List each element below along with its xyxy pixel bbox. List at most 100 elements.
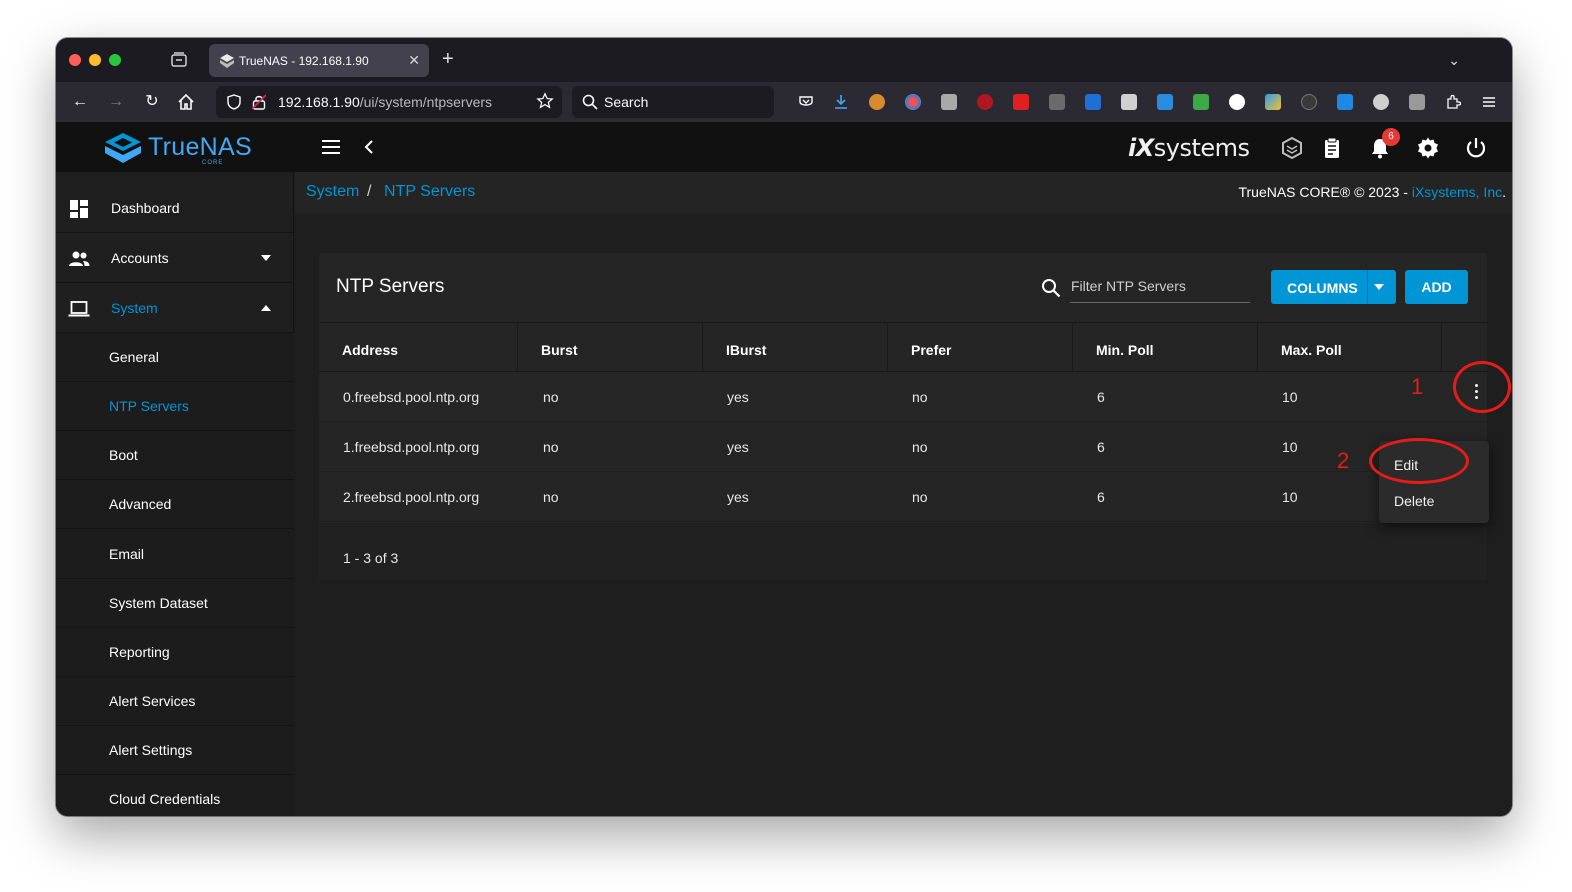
filter-input[interactable]: Filter NTP Servers bbox=[1070, 273, 1250, 303]
column-header-label: Address bbox=[342, 342, 399, 358]
sidebar-item-dashboard[interactable]: Dashboard bbox=[56, 184, 294, 233]
collapse-chevron-icon[interactable] bbox=[362, 138, 376, 156]
cell-min-poll: 6 bbox=[1097, 489, 1105, 505]
url-bar[interactable]: 192.168.1.90/ui/system/ntpservers bbox=[216, 86, 562, 118]
expand-caret-down-icon bbox=[261, 255, 271, 261]
bitwarden-icon[interactable] bbox=[1085, 94, 1101, 110]
add-button[interactable]: ADD bbox=[1405, 270, 1468, 304]
annotation-circle-kebab bbox=[1453, 361, 1511, 413]
pocket-icon[interactable] bbox=[798, 94, 814, 110]
copyright-suffix: . bbox=[1502, 184, 1506, 200]
pen-extension-icon[interactable] bbox=[1265, 94, 1281, 110]
minimize-window-button[interactable] bbox=[89, 54, 101, 66]
browser-tab-active[interactable]: TrueNAS - 192.168.1.90 ✕ bbox=[209, 44, 429, 77]
sidebar-subitem-advanced[interactable]: Advanced bbox=[56, 480, 294, 529]
downloads-icon[interactable] bbox=[833, 94, 849, 110]
sidebar-subitem-system-dataset[interactable]: System Dataset bbox=[56, 579, 294, 628]
column-header-burst[interactable]: Burst bbox=[518, 323, 703, 373]
sidebar-item-accounts[interactable]: Accounts bbox=[56, 234, 294, 283]
extensions-puzzle-icon[interactable] bbox=[1445, 94, 1461, 110]
back-arrow-icon[interactable]: ← bbox=[70, 92, 90, 112]
columns-button[interactable]: COLUMNS bbox=[1271, 270, 1396, 304]
sidebar-subitem-boot[interactable]: Boot bbox=[56, 431, 294, 480]
tampermonkey-extension-icon[interactable] bbox=[869, 94, 885, 110]
ublock-origin-icon[interactable] bbox=[977, 94, 993, 110]
home-icon[interactable] bbox=[176, 92, 196, 112]
search-bar[interactable]: Search bbox=[572, 86, 774, 118]
zoom-window-button[interactable] bbox=[109, 54, 121, 66]
cell-prefer: no bbox=[912, 389, 928, 405]
reload-icon[interactable]: ↻ bbox=[142, 92, 162, 112]
truenas-logo-icon bbox=[105, 133, 141, 163]
task-manager-clipboard-icon[interactable] bbox=[1320, 136, 1344, 160]
breadcrumb-separator: / bbox=[367, 183, 372, 200]
d-extension-icon[interactable] bbox=[1229, 94, 1245, 110]
hamburger-menu-icon[interactable] bbox=[320, 138, 342, 156]
column-header-min-poll[interactable]: Min. Poll bbox=[1073, 323, 1258, 373]
star-extension-icon[interactable] bbox=[1409, 94, 1425, 110]
table-footer: 1 - 3 of 3 bbox=[319, 523, 1487, 580]
caret-down-icon bbox=[1374, 284, 1384, 290]
app-menu-icon[interactable] bbox=[1481, 94, 1497, 110]
sidebar-subitem-reporting[interactable]: Reporting bbox=[56, 628, 294, 677]
list-tabs-chevron-icon[interactable]: ⌄ bbox=[1448, 52, 1460, 69]
column-header-max-poll[interactable]: Max. Poll bbox=[1258, 323, 1442, 373]
truenas-logo[interactable]: TrueNAS CORE bbox=[104, 130, 254, 166]
cloud-extension-icon[interactable] bbox=[941, 94, 957, 110]
white-circle-extension-icon[interactable] bbox=[1373, 94, 1389, 110]
power-icon[interactable] bbox=[1464, 136, 1488, 160]
grey-extension-icon[interactable] bbox=[1049, 94, 1065, 110]
cell-burst: no bbox=[543, 439, 559, 455]
column-header-iburst[interactable]: IBurst bbox=[703, 323, 888, 373]
breadcrumb-current[interactable]: NTP Servers bbox=[384, 183, 475, 201]
close-window-button[interactable] bbox=[69, 54, 81, 66]
color-extension-icon[interactable] bbox=[905, 94, 921, 110]
gear-extension-icon[interactable] bbox=[1301, 94, 1317, 110]
sidebar-item-system[interactable]: System bbox=[56, 284, 294, 333]
sidebar-subitem-label: General bbox=[109, 349, 159, 365]
barcode-extension-icon[interactable] bbox=[1121, 94, 1137, 110]
url-path: /ui/system/ntpservers bbox=[359, 94, 493, 110]
sidebar-subitem-alert-services[interactable]: Alert Services bbox=[56, 677, 294, 726]
forward-arrow-icon[interactable]: → bbox=[106, 92, 126, 112]
cell-burst: no bbox=[543, 489, 559, 505]
truecommand-icon[interactable] bbox=[1280, 136, 1304, 160]
sidebar-subitem-cloud-credentials[interactable]: Cloud Credentials bbox=[56, 775, 294, 816]
sidebar-subitem-alert-settings[interactable]: Alert Settings bbox=[56, 726, 294, 775]
column-header-prefer[interactable]: Prefer bbox=[888, 323, 1073, 373]
ix-logo-suffix: systems bbox=[1153, 134, 1250, 162]
breadcrumb-system-link[interactable]: System bbox=[306, 183, 359, 201]
blue-extension-icon[interactable] bbox=[1157, 94, 1173, 110]
sidebar-item-label: System bbox=[111, 300, 158, 316]
sidebar-subitem-email[interactable]: Email bbox=[56, 530, 294, 579]
s-extension-icon[interactable] bbox=[1337, 94, 1353, 110]
sidebar-subitem-label: Reporting bbox=[109, 644, 170, 660]
settings-gear-icon[interactable] bbox=[1416, 136, 1440, 160]
sidebar-subitem-ntp-servers[interactable]: NTP Servers bbox=[56, 382, 294, 431]
main-content: System / NTP Servers TrueNAS CORE® © 202… bbox=[295, 172, 1512, 816]
new-tab-icon[interactable]: + bbox=[442, 49, 454, 69]
green-extension-icon[interactable] bbox=[1193, 94, 1209, 110]
sidebar-subitem-label: Alert Settings bbox=[109, 742, 193, 758]
sidebar-item-label: Accounts bbox=[111, 250, 169, 266]
tracking-protection-shield-icon[interactable] bbox=[226, 94, 242, 110]
red-extension-icon[interactable] bbox=[1013, 94, 1029, 110]
columns-button-label: COLUMNS bbox=[1287, 280, 1358, 296]
url-host: 192.168.1.90 bbox=[278, 94, 360, 110]
tab-overview-icon[interactable] bbox=[170, 51, 188, 69]
column-header-label: IBurst bbox=[726, 342, 767, 358]
column-header-address[interactable]: Address bbox=[319, 323, 518, 373]
annotation-circle-delete bbox=[1369, 438, 1469, 484]
insecure-lock-icon[interactable] bbox=[252, 94, 266, 110]
pagination-text: 1 - 3 of 3 bbox=[343, 550, 399, 566]
ixsystems-logo[interactable]: iXsystems bbox=[1128, 134, 1250, 162]
sidebar: Dashboard Accounts System General NTP Se… bbox=[56, 172, 294, 816]
logo-core-text: CORE bbox=[202, 160, 224, 166]
menu-item-delete[interactable]: Delete bbox=[1394, 493, 1434, 509]
search-icon bbox=[1042, 279, 1061, 298]
sidebar-subitem-general[interactable]: General bbox=[56, 333, 294, 382]
cell-iburst: yes bbox=[727, 439, 749, 455]
bookmark-star-icon[interactable] bbox=[536, 92, 554, 110]
tab-close-icon[interactable]: ✕ bbox=[408, 52, 420, 69]
ixsystems-link[interactable]: iXsystems, Inc bbox=[1412, 184, 1502, 200]
